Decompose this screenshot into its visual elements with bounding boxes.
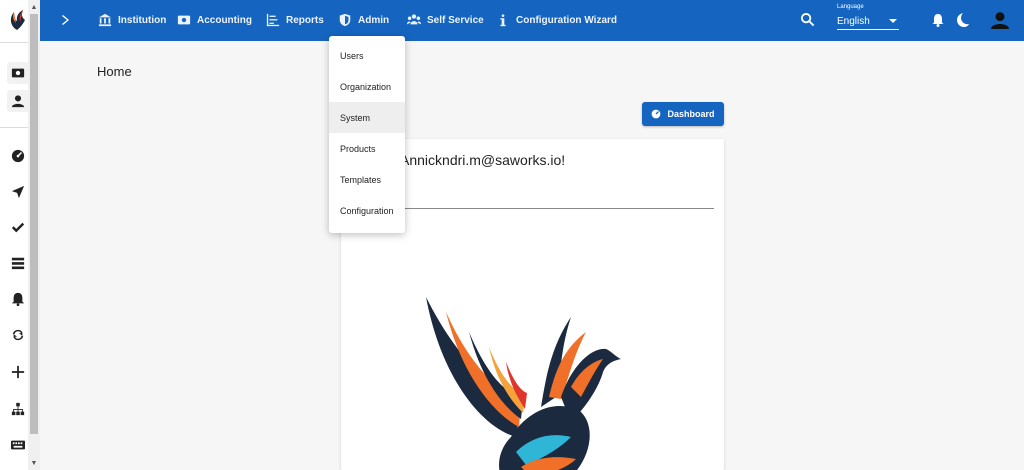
sidebar-item-dashboard[interactable] bbox=[7, 145, 29, 167]
sidebar-item-tasks[interactable] bbox=[7, 217, 29, 239]
nav-admin[interactable]: Admin bbox=[338, 11, 389, 29]
bell-icon bbox=[11, 292, 25, 306]
admin-dropdown-menu: Users Organization System Products Templ… bbox=[329, 36, 405, 233]
sidebar-item-navigate[interactable] bbox=[7, 181, 29, 203]
nav-reports[interactable]: Reports bbox=[266, 11, 324, 29]
sidebar-item-sync[interactable] bbox=[7, 324, 29, 346]
search-button[interactable] bbox=[800, 12, 816, 28]
sidebar-item-add[interactable] bbox=[7, 361, 29, 383]
app-logo[interactable] bbox=[6, 8, 28, 32]
sidebar-item-profile[interactable] bbox=[7, 90, 29, 112]
chart-icon bbox=[266, 13, 280, 27]
menu-item-users[interactable]: Users bbox=[329, 40, 405, 71]
sync-icon bbox=[12, 329, 24, 341]
top-navigation-bar: Institution Accounting Reports Admin Sel… bbox=[40, 0, 1024, 41]
nav-self-service-label: Self Service bbox=[427, 14, 484, 26]
dashboard-button[interactable]: Dashboard bbox=[642, 102, 724, 126]
scroll-up-arrow-icon[interactable]: ▲ bbox=[30, 2, 38, 12]
nav-reports-label: Reports bbox=[286, 14, 324, 26]
sidebar-item-keyboard[interactable] bbox=[7, 434, 29, 456]
sidebar-item-list[interactable] bbox=[7, 252, 29, 274]
search-icon bbox=[800, 12, 815, 27]
language-select[interactable]: English bbox=[837, 14, 899, 30]
caret-down-icon bbox=[889, 19, 897, 23]
plus-icon bbox=[11, 365, 25, 379]
person-icon bbox=[991, 12, 1009, 29]
bell-icon bbox=[932, 14, 944, 27]
chevron-right-icon bbox=[62, 15, 69, 25]
dashboard-icon bbox=[11, 149, 25, 163]
notifications-button[interactable] bbox=[930, 12, 946, 28]
menu-item-templates[interactable]: Templates bbox=[329, 164, 405, 195]
dashboard-icon bbox=[652, 109, 661, 119]
keyboard-icon bbox=[11, 440, 25, 450]
sidebar-divider bbox=[0, 127, 28, 128]
expand-sidebar-button[interactable] bbox=[58, 12, 74, 28]
dashboard-button-label: Dashboard bbox=[667, 109, 715, 119]
user-avatar-button[interactable] bbox=[991, 11, 1009, 29]
menu-item-organization[interactable]: Organization bbox=[329, 71, 405, 102]
nav-configuration-wizard-label: Configuration Wizard bbox=[516, 14, 618, 26]
nav-institution[interactable]: Institution bbox=[98, 11, 166, 29]
language-value: English bbox=[837, 16, 870, 27]
sidebar-item-accounting[interactable] bbox=[7, 62, 29, 84]
navigate-icon bbox=[11, 185, 25, 199]
phoenix-logo-image bbox=[426, 297, 621, 470]
nav-self-service[interactable]: Self Service bbox=[407, 11, 484, 29]
check-icon bbox=[11, 222, 25, 233]
card-divider bbox=[355, 208, 714, 209]
person-icon bbox=[11, 95, 25, 108]
welcome-message: , Annickndri.m@saworks.io! bbox=[393, 152, 566, 168]
scroll-down-arrow-icon[interactable]: ▼ bbox=[30, 458, 38, 468]
moon-icon bbox=[957, 13, 969, 27]
nav-configuration-wizard[interactable]: Configuration Wizard bbox=[496, 11, 617, 29]
sitemap-icon bbox=[11, 402, 25, 416]
money-icon bbox=[11, 68, 25, 78]
menu-item-system[interactable]: System bbox=[329, 102, 405, 133]
sidebar-item-hierarchy[interactable] bbox=[7, 398, 29, 420]
bank-icon bbox=[98, 13, 112, 27]
language-label: Language bbox=[837, 4, 864, 10]
nav-accounting[interactable]: Accounting bbox=[177, 11, 252, 29]
info-icon bbox=[500, 14, 506, 27]
sidebar-item-notifications[interactable] bbox=[7, 288, 29, 310]
menu-item-products[interactable]: Products bbox=[329, 133, 405, 164]
people-icon bbox=[407, 14, 421, 25]
sidebar-scrollbar-thumb[interactable] bbox=[30, 14, 38, 434]
menu-item-configuration[interactable]: Configuration bbox=[329, 195, 405, 226]
sidebar-divider bbox=[0, 42, 28, 43]
nav-accounting-label: Accounting bbox=[197, 14, 252, 26]
nav-institution-label: Institution bbox=[118, 14, 167, 26]
shield-icon bbox=[339, 13, 351, 27]
money-icon bbox=[177, 15, 191, 25]
theme-toggle-button[interactable] bbox=[954, 12, 970, 28]
nav-admin-label: Admin bbox=[358, 14, 390, 26]
list-icon bbox=[11, 257, 25, 270]
page-title: Home bbox=[97, 64, 132, 79]
